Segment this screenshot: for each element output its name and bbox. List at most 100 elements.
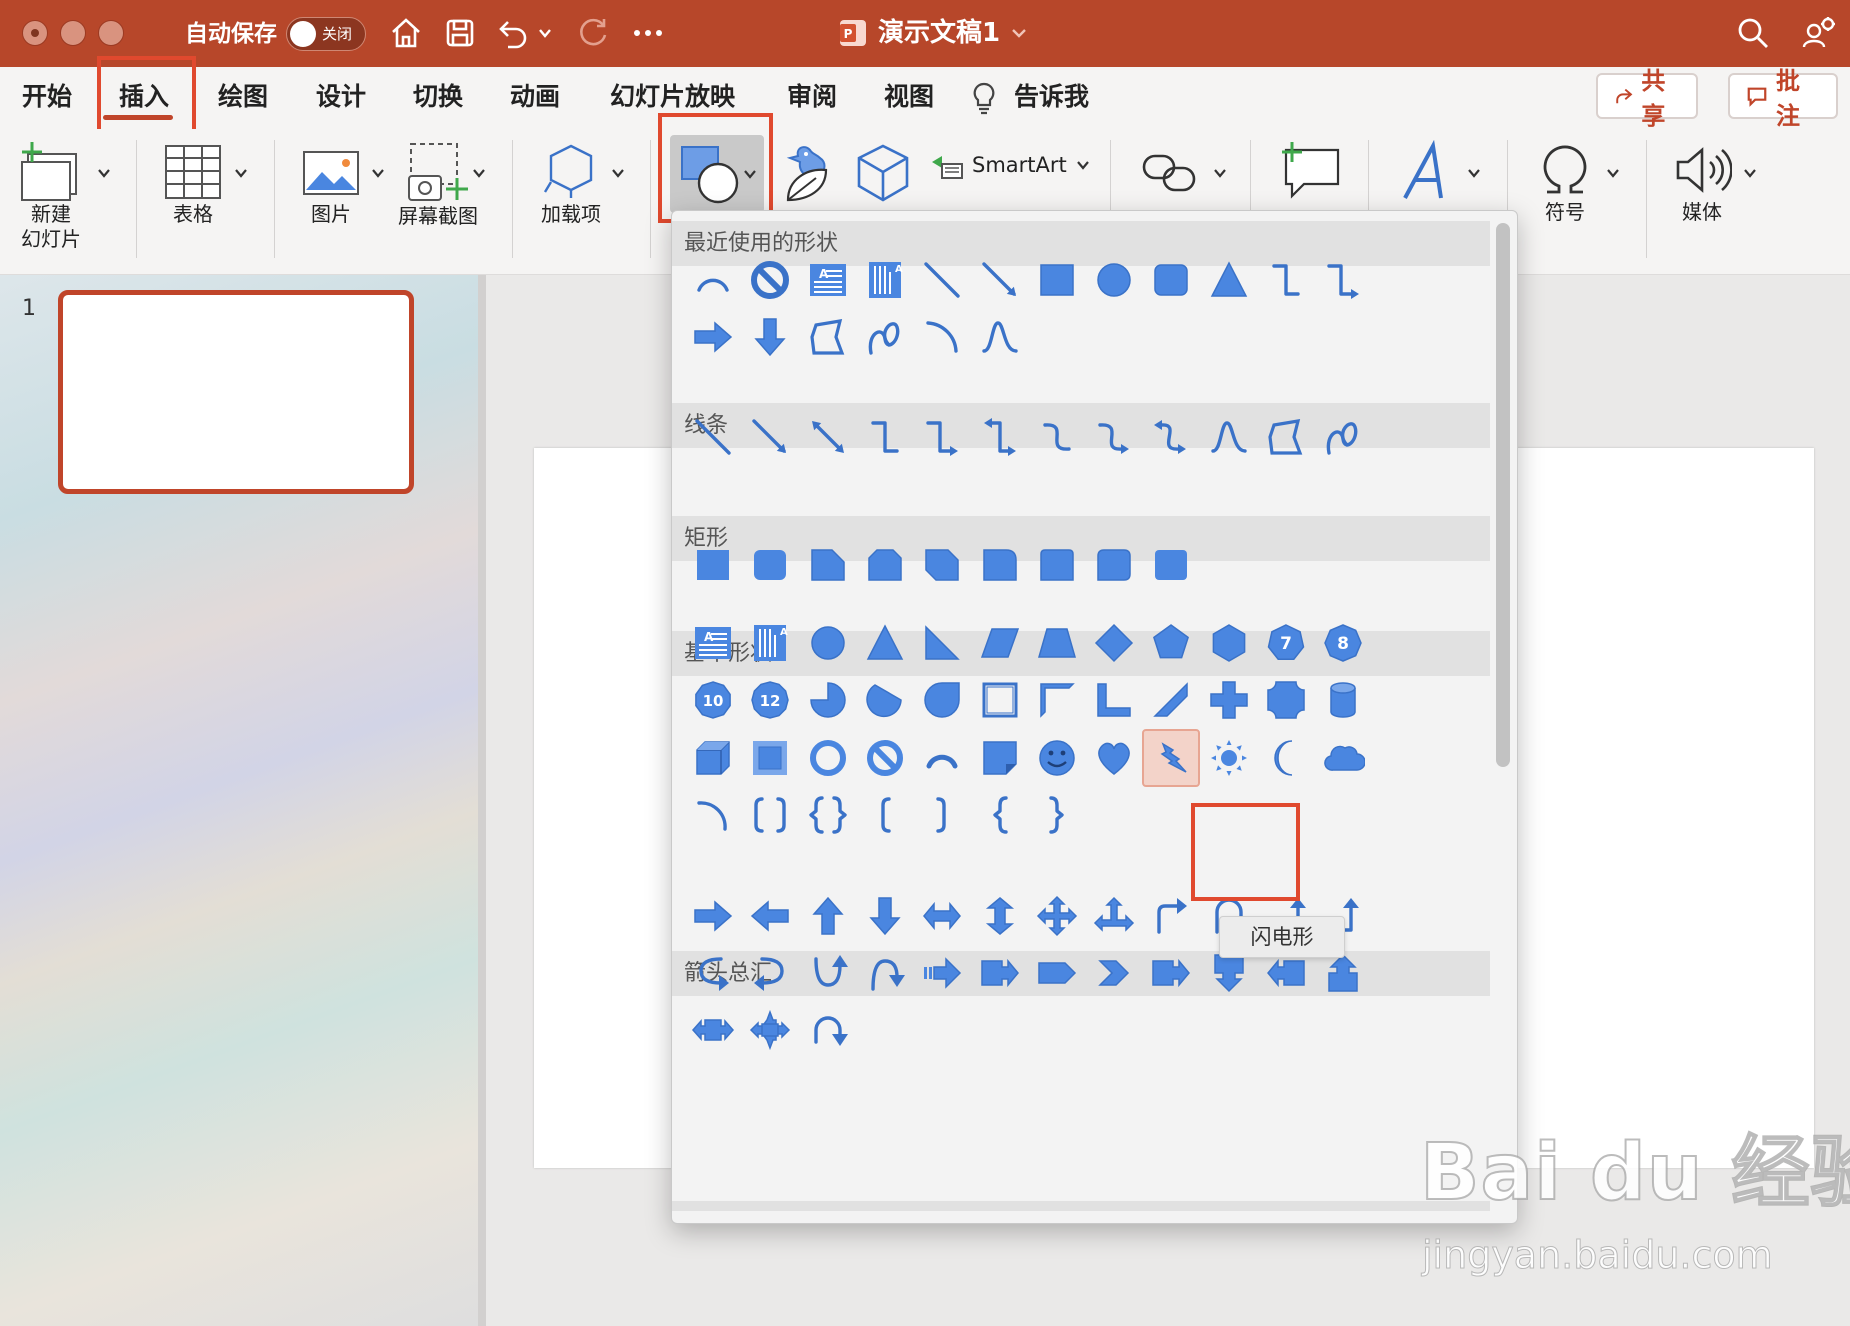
shape-a-u-d[interactable] bbox=[971, 887, 1029, 945]
redo-icon[interactable] bbox=[570, 10, 616, 56]
shape-r-bracket[interactable] bbox=[913, 786, 971, 844]
shape-arrow-d[interactable] bbox=[971, 251, 1029, 309]
shape-frame[interactable] bbox=[971, 671, 1029, 729]
shape-rrect[interactable] bbox=[1142, 251, 1200, 309]
addins-button[interactable]: 加载项 bbox=[541, 142, 601, 227]
shape-chord[interactable] bbox=[856, 671, 914, 729]
shape-freeform[interactable] bbox=[799, 308, 857, 366]
shape-r3[interactable] bbox=[799, 536, 857, 594]
shape-a-chevron[interactable] bbox=[1085, 944, 1143, 1002]
shape-plaque[interactable] bbox=[1257, 671, 1315, 729]
new-slide-chevron-down-icon[interactable] bbox=[96, 165, 112, 181]
shape-donut[interactable] bbox=[799, 729, 857, 787]
shape-arc-open[interactable] bbox=[913, 308, 971, 366]
shape-dbl-brace[interactable] bbox=[799, 786, 857, 844]
shape-curve[interactable] bbox=[1028, 408, 1086, 466]
new-slide-button[interactable]: 新建 幻灯片 bbox=[18, 140, 84, 252]
shape-curve-dbl[interactable] bbox=[1142, 408, 1200, 466]
shape-dec10[interactable]: 10 bbox=[684, 671, 742, 729]
shape-r-brace[interactable] bbox=[1028, 786, 1086, 844]
shape-trapezoid[interactable] bbox=[1028, 614, 1086, 672]
comments-button[interactable]: 批注 bbox=[1728, 67, 1838, 130]
shape-vtextbox[interactable]: A bbox=[741, 614, 799, 672]
shape-a-curv-u[interactable] bbox=[799, 944, 857, 1002]
shape-r7[interactable] bbox=[1028, 536, 1086, 594]
wordart-button[interactable] bbox=[1395, 139, 1455, 208]
shape-elbow-arrow[interactable] bbox=[913, 408, 971, 466]
symbol-button[interactable]: 符号 bbox=[1535, 140, 1595, 225]
shape-a-striped[interactable] bbox=[913, 944, 971, 1002]
shape-cube[interactable] bbox=[684, 729, 742, 787]
shape-teardrop[interactable] bbox=[913, 671, 971, 729]
shape-arrow-d[interactable] bbox=[741, 408, 799, 466]
shape-diag-stripe[interactable] bbox=[1142, 671, 1200, 729]
shape-a-circular[interactable] bbox=[799, 1001, 857, 1059]
shape-pentagon[interactable] bbox=[1142, 614, 1200, 672]
shape-r9[interactable] bbox=[1142, 536, 1200, 594]
shape-nosym[interactable] bbox=[741, 251, 799, 309]
shape-a-call-right[interactable] bbox=[971, 944, 1029, 1002]
icons-button[interactable] bbox=[780, 140, 840, 208]
shape-halfframe[interactable] bbox=[1028, 671, 1086, 729]
shape-a-bent[interactable] bbox=[1142, 887, 1200, 945]
shape-curve-arrow[interactable] bbox=[1085, 408, 1143, 466]
shape-cloud[interactable] bbox=[1314, 729, 1372, 787]
shape-parallelogram[interactable] bbox=[971, 614, 1029, 672]
document-title-group[interactable]: P 演示文稿1 bbox=[838, 14, 1028, 52]
table-button[interactable]: 表格 bbox=[164, 144, 222, 227]
slide-thumbnail[interactable] bbox=[58, 290, 414, 494]
shape-a-l-r[interactable] bbox=[913, 887, 971, 945]
tab-transitions[interactable]: 切换 bbox=[413, 77, 463, 117]
new-comment-button[interactable] bbox=[1278, 140, 1342, 204]
shape-hept7[interactable]: 7 bbox=[1257, 614, 1315, 672]
tab-draw[interactable]: 绘图 bbox=[218, 77, 268, 117]
link-chevron-down-icon[interactable] bbox=[1212, 165, 1228, 181]
3d-models-button[interactable] bbox=[855, 142, 911, 208]
shape-rt-tri[interactable] bbox=[913, 614, 971, 672]
undo-dropdown-icon[interactable] bbox=[530, 10, 560, 56]
shape-a-up[interactable] bbox=[799, 887, 857, 945]
shape-textbox[interactable]: A bbox=[684, 614, 742, 672]
picture-button[interactable]: 图片 bbox=[302, 146, 360, 227]
shape-can[interactable] bbox=[1314, 671, 1372, 729]
minimize-window-button[interactable] bbox=[60, 20, 86, 46]
shape-l-bracket[interactable] bbox=[856, 786, 914, 844]
symbol-chevron-down-icon[interactable] bbox=[1605, 165, 1621, 181]
shape-r2[interactable] bbox=[741, 536, 799, 594]
media-chevron-down-icon[interactable] bbox=[1742, 165, 1758, 181]
tab-view[interactable]: 视图 bbox=[884, 77, 934, 117]
addins-chevron-down-icon[interactable] bbox=[610, 165, 626, 181]
shape-a-pentagon[interactable] bbox=[1028, 944, 1086, 1002]
shape-elbow[interactable] bbox=[1257, 251, 1315, 309]
table-chevron-down-icon[interactable] bbox=[233, 165, 249, 181]
shape-cross[interactable] bbox=[1200, 671, 1258, 729]
home-icon[interactable] bbox=[383, 10, 429, 56]
shape-bevel[interactable] bbox=[741, 729, 799, 787]
shape-r6[interactable] bbox=[971, 536, 1029, 594]
link-button[interactable] bbox=[1140, 150, 1200, 200]
gallery-scrollbar-thumb[interactable] bbox=[1496, 223, 1510, 767]
screenshot-button[interactable]: 屏幕截图 bbox=[398, 142, 478, 229]
media-button[interactable]: 媒体 bbox=[1672, 140, 1732, 225]
autosave-toggle[interactable]: 关闭 bbox=[286, 17, 366, 51]
shape-scribble[interactable] bbox=[856, 308, 914, 366]
shape-wave[interactable] bbox=[1200, 408, 1258, 466]
shape-a-quad[interactable] bbox=[1028, 887, 1086, 945]
shape-elbow[interactable] bbox=[856, 408, 914, 466]
share-button[interactable]: 共享 bbox=[1596, 67, 1698, 130]
shape-a-curv-d[interactable] bbox=[856, 944, 914, 1002]
picture-chevron-down-icon[interactable] bbox=[370, 165, 386, 181]
shape-block-right[interactable] bbox=[684, 308, 742, 366]
shape-freeform[interactable] bbox=[1257, 408, 1315, 466]
tab-home[interactable]: 开始 bbox=[22, 77, 72, 117]
smartart-button[interactable]: SmartArt bbox=[930, 150, 1091, 180]
shape-dodec12[interactable]: 12 bbox=[741, 671, 799, 729]
tab-slideshow[interactable]: 幻灯片放映 bbox=[610, 77, 735, 117]
shape-folded-corner[interactable] bbox=[971, 729, 1029, 787]
shape-elbow-dbl[interactable] bbox=[971, 408, 1029, 466]
shape-pie[interactable] bbox=[799, 671, 857, 729]
shape-line-d[interactable] bbox=[913, 251, 971, 309]
shape-rect[interactable] bbox=[1028, 251, 1086, 309]
shape-wave[interactable] bbox=[971, 308, 1029, 366]
tab-review[interactable]: 审阅 bbox=[787, 77, 837, 117]
